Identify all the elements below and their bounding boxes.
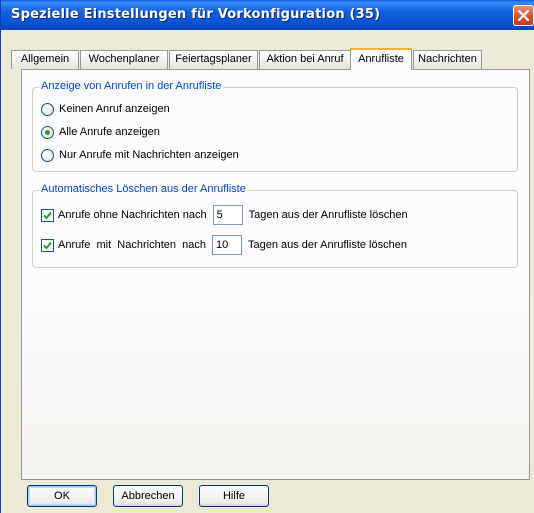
cancel-button[interactable]: Abbrechen: [113, 485, 183, 507]
delete-without-messages-row: Anrufe ohne Nachrichten nach Tagen aus d…: [41, 204, 408, 226]
radio-button[interactable]: [41, 125, 54, 139]
radio-calls-with-messages[interactable]: Nur Anrufe mit Nachrichten anzeigen: [41, 147, 239, 163]
days-suffix-label: Tagen aus der Anrufliste löschen: [247, 239, 407, 251]
close-button[interactable]: [513, 5, 534, 26]
display-calls-legend: Anzeige von Anrufen in der Anrufliste: [39, 80, 224, 92]
days-with-messages-input[interactable]: [211, 235, 242, 255]
tab-allgemein[interactable]: Allgemein: [11, 50, 79, 69]
auto-delete-group: Automatisches Löschen aus der Anrufliste…: [32, 183, 518, 268]
tab-anrufliste[interactable]: Anrufliste: [350, 48, 412, 70]
radio-label: Nur Anrufe mit Nachrichten anzeigen: [59, 149, 239, 161]
delete-with-messages-checkbox[interactable]: [41, 238, 54, 252]
radio-no-calls[interactable]: Keinen Anruf anzeigen: [41, 101, 170, 117]
dialog-window: Spezielle Einstellungen für Vorkonfigura…: [0, 0, 534, 513]
help-button[interactable]: Hilfe: [199, 485, 269, 507]
days-suffix-label: Tagen aus der Anrufliste löschen: [248, 209, 408, 221]
tab-nachrichten[interactable]: Nachrichten: [413, 50, 482, 69]
radio-label: Alle Anrufe anzeigen: [59, 126, 160, 138]
delete-with-messages-row: Anrufe mit Nachrichten nach Tagen aus de…: [41, 234, 407, 256]
delete-without-messages-label: Anrufe ohne Nachrichten nach: [58, 209, 207, 221]
auto-delete-legend: Automatisches Löschen aus der Anrufliste: [39, 183, 248, 195]
close-icon: [518, 10, 529, 21]
radio-button[interactable]: [41, 148, 54, 162]
days-without-messages-input[interactable]: [212, 205, 243, 225]
delete-with-messages-label: Anrufe mit Nachrichten nach: [58, 239, 206, 251]
tab-aktion-bei-anruf[interactable]: Aktion bei Anruf: [259, 50, 351, 69]
ok-button[interactable]: OK: [27, 485, 97, 507]
check-mark-icon: [43, 241, 52, 249]
check-mark-icon: [43, 211, 52, 219]
radio-button[interactable]: [41, 102, 54, 116]
display-calls-group: Anzeige von Anrufen in der Anrufliste Ke…: [32, 80, 518, 172]
tab-panel-anrufliste: Anzeige von Anrufen in der Anrufliste Ke…: [21, 69, 530, 480]
window-title: Spezielle Einstellungen für Vorkonfigura…: [11, 7, 381, 22]
title-bar[interactable]: Spezielle Einstellungen für Vorkonfigura…: [1, 0, 534, 30]
radio-all-calls[interactable]: Alle Anrufe anzeigen: [41, 124, 160, 140]
tab-wochenplaner[interactable]: Wochenplaner: [80, 50, 168, 69]
radio-label: Keinen Anruf anzeigen: [59, 103, 170, 115]
delete-without-messages-checkbox[interactable]: [41, 208, 54, 222]
tab-feiertagsplaner[interactable]: Feiertagsplaner: [169, 50, 258, 69]
